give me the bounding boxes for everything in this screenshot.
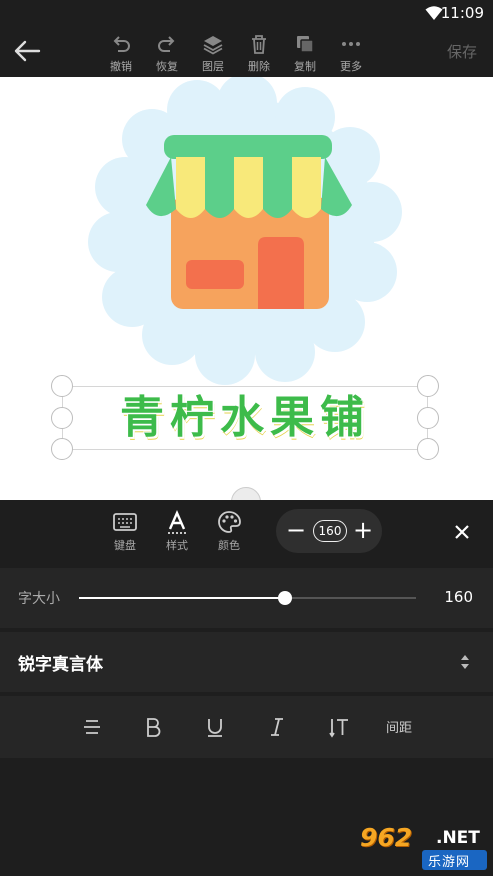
font-selector-row[interactable]: 锐字真言体 — [0, 632, 493, 692]
shop-door — [258, 237, 304, 309]
undo-button[interactable]: 撤销 — [101, 31, 141, 75]
bold-button[interactable] — [139, 713, 167, 741]
font-name: 锐字真言体 — [18, 655, 103, 675]
size-stepper-value[interactable]: 160 — [313, 520, 347, 542]
watermark-number: 962 — [360, 823, 413, 852]
delete-label: 删除 — [248, 60, 270, 73]
underline-button[interactable] — [201, 713, 229, 741]
resize-handle-bottom-right[interactable] — [417, 438, 439, 460]
status-bar: 11:09 — [0, 0, 493, 26]
font-size-row: 字大小 160 — [0, 568, 493, 628]
more-dots-icon — [342, 42, 360, 46]
font-size-stepper: − 160 + — [276, 509, 382, 553]
text-direction-icon — [329, 719, 348, 738]
font-size-value: 160 — [444, 588, 473, 606]
more-button[interactable]: 更多 — [331, 31, 371, 75]
tab-color-label: 颜色 — [218, 539, 240, 552]
editor-toolbar: 撤销 恢复 图层 删除 复制 更多 保存 — [0, 26, 493, 77]
copy-button[interactable]: 复制 — [285, 31, 325, 75]
bold-icon — [147, 718, 161, 737]
redo-label: 恢复 — [156, 60, 178, 73]
design-canvas[interactable]: 青柠水果铺 — [0, 77, 493, 500]
tab-color[interactable]: 颜色 — [206, 510, 252, 553]
underline-icon — [208, 719, 222, 737]
increase-size-button[interactable]: + — [352, 515, 374, 545]
status-time: 11:09 — [440, 4, 484, 22]
undo-label: 撤销 — [110, 60, 132, 73]
resize-handle-top-right[interactable] — [417, 375, 439, 397]
tab-keyboard-label: 键盘 — [114, 539, 136, 552]
redo-icon — [158, 36, 175, 52]
italic-button[interactable] — [263, 713, 291, 741]
save-button[interactable]: 保存 — [447, 41, 477, 62]
resize-handle-left[interactable] — [51, 407, 73, 429]
spacing-button[interactable]: 间距 — [386, 717, 412, 736]
undo-icon — [113, 36, 130, 52]
layers-icon — [203, 36, 223, 55]
keyboard-icon — [113, 513, 137, 531]
layers-label: 图层 — [202, 60, 224, 73]
layers-button[interactable]: 图层 — [193, 31, 233, 75]
tab-style[interactable]: 样式 — [154, 510, 200, 553]
sort-arrows-icon — [461, 655, 469, 669]
decrease-size-button[interactable]: − — [285, 515, 307, 545]
panel-tabs: 键盘 样式 颜色 − 160 + — [0, 500, 493, 566]
tab-style-label: 样式 — [166, 539, 188, 552]
redo-button[interactable]: 恢复 — [147, 31, 187, 75]
strikethrough-icon — [84, 720, 100, 734]
site-watermark-logo: 962 .NET 乐游网 — [352, 823, 487, 871]
resize-handle-right[interactable] — [417, 407, 439, 429]
back-arrow-icon[interactable] — [12, 37, 42, 65]
palette-icon — [218, 511, 241, 533]
text-style-icon — [168, 510, 186, 534]
text-direction-button[interactable] — [325, 713, 353, 741]
resize-handle-bottom-left[interactable] — [51, 438, 73, 460]
trash-icon — [252, 35, 266, 54]
italic-icon — [271, 718, 283, 736]
shop-window — [186, 260, 244, 289]
copy-icon — [297, 36, 314, 53]
font-size-label: 字大小 — [18, 591, 60, 607]
tab-keyboard[interactable]: 键盘 — [102, 510, 148, 553]
resize-handle-top-left[interactable] — [51, 375, 73, 397]
copy-label: 复制 — [294, 60, 316, 73]
text-edit-panel: 键盘 样式 颜色 − 160 + 字大小 160 锐字真言体 间距 — [0, 500, 493, 876]
strikethrough-button[interactable] — [78, 713, 106, 741]
more-label: 更多 — [340, 60, 362, 73]
font-size-slider[interactable] — [79, 591, 416, 605]
watermark-suffix: .NET — [436, 828, 480, 848]
delete-button[interactable]: 删除 — [239, 31, 279, 75]
awning-top — [164, 135, 332, 159]
shop-title-text[interactable]: 青柠水果铺 — [62, 386, 428, 450]
slider-fill — [79, 597, 285, 599]
close-icon[interactable] — [450, 520, 474, 544]
slider-thumb[interactable] — [277, 591, 292, 605]
text-format-row: 间距 — [0, 696, 493, 758]
watermark-sub: 乐游网 — [428, 855, 471, 870]
